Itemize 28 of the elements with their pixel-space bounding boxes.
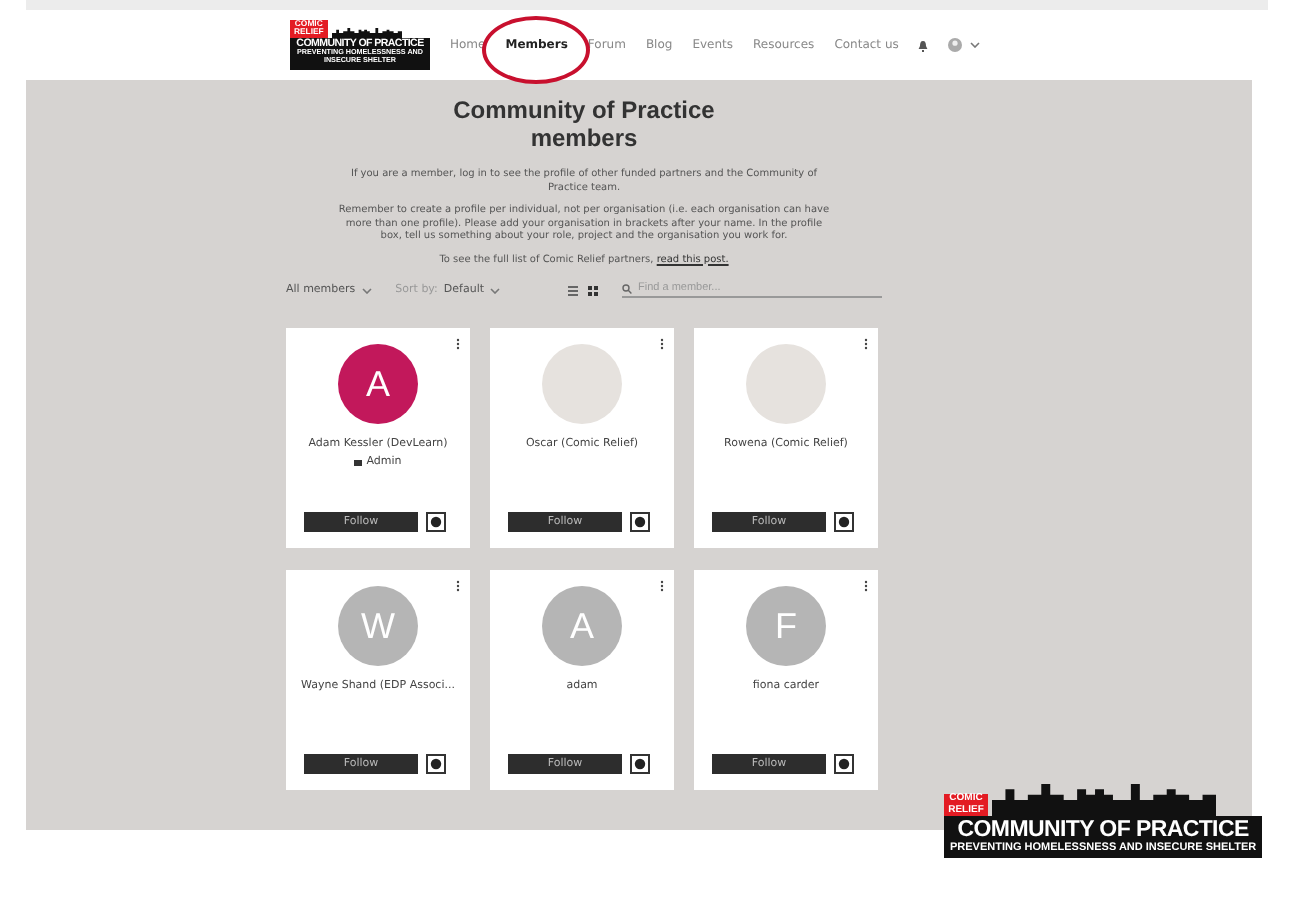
chat-button[interactable] bbox=[630, 754, 650, 774]
chat-icon bbox=[634, 758, 646, 770]
list-view-icon[interactable] bbox=[568, 285, 578, 295]
chevron-down-icon bbox=[490, 287, 501, 293]
grid-view-icon[interactable] bbox=[588, 285, 598, 295]
chat-icon bbox=[838, 516, 850, 528]
bell-icon[interactable] bbox=[918, 39, 929, 51]
chevron-down-icon bbox=[361, 287, 372, 293]
chat-button[interactable] bbox=[426, 512, 446, 532]
chat-button[interactable] bbox=[834, 754, 854, 774]
member-avatar: A bbox=[338, 344, 418, 424]
member-avatar: W bbox=[338, 586, 418, 666]
chat-icon bbox=[634, 516, 646, 528]
member-avatar: F bbox=[746, 586, 826, 666]
skyline-drawing bbox=[331, 27, 402, 38]
chat-button[interactable] bbox=[426, 754, 446, 774]
search-icon bbox=[622, 283, 632, 293]
chat-icon bbox=[430, 758, 442, 770]
chat-icon bbox=[430, 516, 442, 528]
chat-button[interactable] bbox=[630, 512, 650, 532]
chat-icon bbox=[838, 758, 850, 770]
chevron-down-icon[interactable] bbox=[970, 42, 981, 48]
photo-placeholder bbox=[542, 344, 622, 424]
photo-placeholder bbox=[746, 344, 826, 424]
badge-icon bbox=[354, 459, 363, 465]
chat-button[interactable] bbox=[834, 512, 854, 532]
page-title: Community of Practice members bbox=[451, 96, 717, 152]
member-avatar: A bbox=[542, 586, 622, 666]
